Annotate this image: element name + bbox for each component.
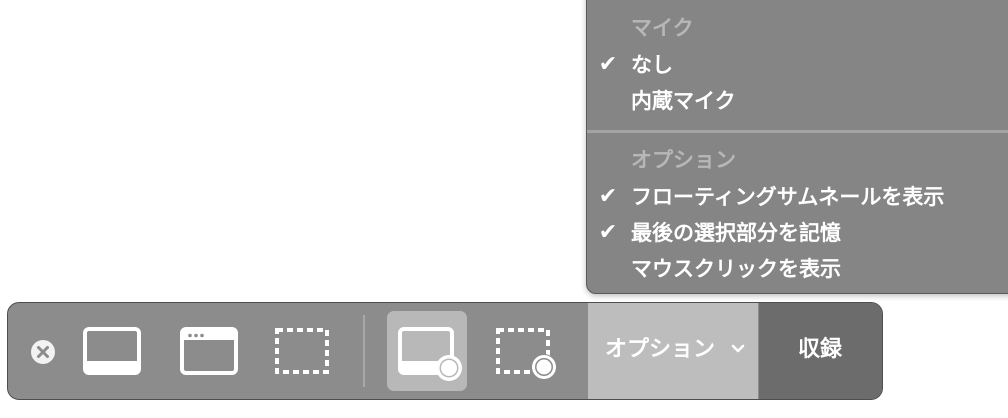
menu-item-mic-builtin[interactable]: 内蔵マイク [587, 84, 1007, 118]
menu-header-options: オプション [631, 147, 736, 173]
menu-item-label: フローティングサムネールを表示 [631, 180, 944, 214]
capture-entire-screen-button[interactable] [74, 311, 150, 391]
close-icon [31, 340, 55, 364]
options-button[interactable]: オプション [588, 303, 758, 399]
capture-entire-screen-icon [74, 311, 150, 391]
close-button[interactable] [31, 340, 55, 364]
menu-item-remember-selection[interactable]: ✔ 最後の選択部分を記憶 [587, 216, 1007, 250]
menu-header-microphone: マイク [631, 15, 694, 41]
menu-item-label: 最後の選択部分を記憶 [631, 216, 841, 250]
record-selection-button[interactable] [486, 311, 566, 391]
menu-item-show-mouse-clicks[interactable]: マウスクリックを表示 [587, 252, 1007, 286]
record-selection-icon [486, 311, 566, 391]
checkmark-icon: ✔ [597, 48, 619, 82]
record-entire-screen-icon [387, 311, 467, 391]
record-button[interactable]: 収録 [759, 303, 883, 399]
menu-item-label: マウスクリックを表示 [631, 252, 841, 286]
menu-item-label: 内蔵マイク [631, 84, 736, 118]
screenshot-toolbar: オプション 収録 [7, 302, 883, 400]
capture-selection-icon [264, 311, 340, 391]
toolbar-divider [363, 315, 365, 387]
menu-item-label: なし [631, 48, 673, 82]
chevron-down-icon [731, 344, 745, 354]
options-menu: マイク ✔ なし 内蔵マイク オプション ✔ フローティングサムネールを表示 ✔… [586, 0, 1008, 294]
menu-item-floating-thumbnail[interactable]: ✔ フローティングサムネールを表示 [587, 180, 1007, 214]
options-label: オプション [605, 336, 715, 364]
capture-window-icon [171, 311, 247, 391]
menu-separator [587, 130, 1008, 133]
record-entire-screen-button[interactable] [387, 311, 467, 391]
capture-selection-button[interactable] [264, 311, 340, 391]
checkmark-icon: ✔ [597, 216, 619, 250]
checkmark-icon: ✔ [597, 180, 619, 214]
record-label: 収録 [759, 336, 881, 364]
capture-window-button[interactable] [171, 311, 247, 391]
menu-item-mic-none[interactable]: ✔ なし [587, 48, 1007, 82]
